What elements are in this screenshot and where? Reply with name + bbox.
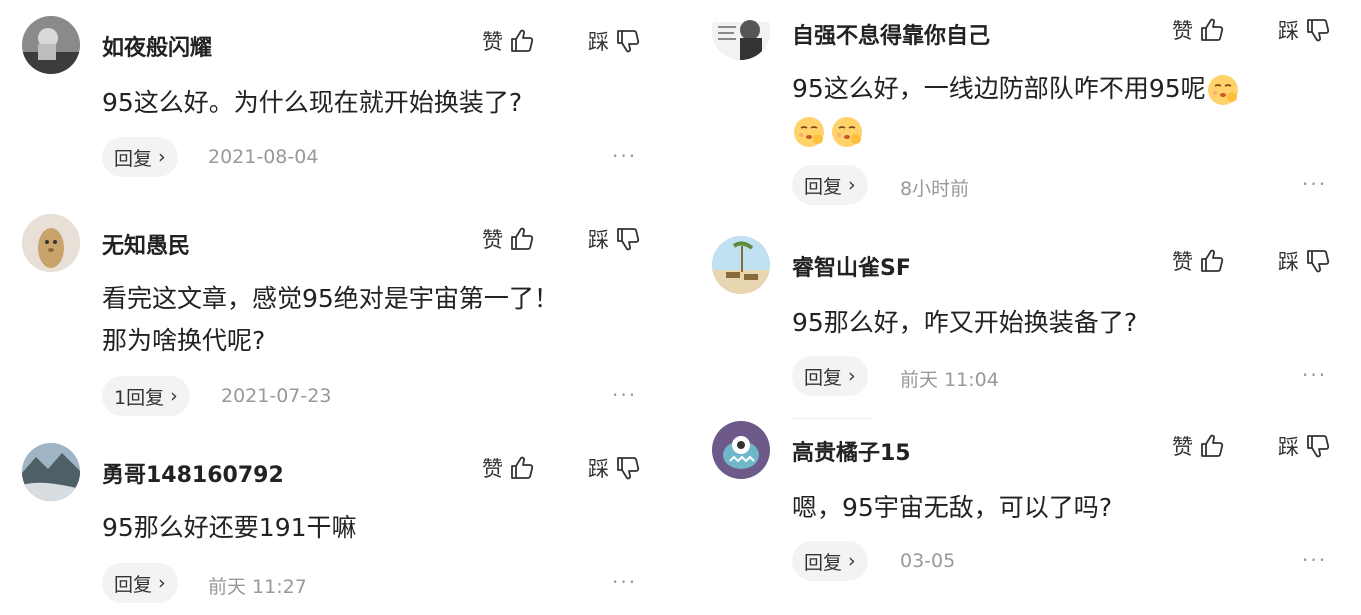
chevron-right-icon: › — [848, 365, 856, 387]
comment-time: 2021-08-04 — [208, 146, 319, 168]
shushing-face-emoji-icon — [830, 115, 864, 149]
like-button[interactable]: 赞 — [482, 453, 535, 483]
username[interactable]: 睿智山雀SF — [792, 250, 911, 282]
chevron-right-icon: › — [848, 550, 856, 572]
thumb-down-icon — [615, 28, 641, 54]
avatar[interactable] — [22, 443, 80, 501]
comment-text: 嗯，95宇宙无敌，可以了吗? — [792, 493, 1113, 522]
like-label: 赞 — [1172, 19, 1193, 43]
like-button[interactable]: 赞 — [1172, 15, 1225, 45]
comment-text-line: 看完这文章，感觉95绝对是宇宙第一了！ — [102, 284, 559, 313]
reply-label: 回复 — [114, 147, 153, 170]
like-label: 赞 — [482, 30, 503, 54]
like-button[interactable]: 赞 — [1172, 431, 1225, 461]
like-button[interactable]: 赞 — [482, 26, 535, 56]
username[interactable]: 勇哥148160792 — [102, 457, 284, 489]
thumb-down-icon — [615, 226, 641, 252]
avatar[interactable] — [712, 236, 770, 294]
dislike-label: 踩 — [588, 228, 609, 252]
thumb-up-icon — [509, 226, 535, 252]
thumb-down-icon — [1305, 433, 1331, 459]
comment-text: 95那么好，咋又开始换装备了? — [792, 308, 1138, 337]
username[interactable]: 如夜般闪耀 — [102, 30, 212, 62]
like-button[interactable]: 赞 — [482, 224, 535, 254]
dislike-button[interactable]: 踩 — [1278, 15, 1331, 45]
thumb-up-icon — [1199, 433, 1225, 459]
like-label: 赞 — [482, 228, 503, 252]
comment-time: 8小时前 — [900, 178, 970, 200]
thumb-up-icon — [1199, 248, 1225, 274]
shushing-face-emoji-icon — [1206, 73, 1240, 107]
reply-label: 回复 — [804, 551, 843, 574]
chevron-right-icon: › — [170, 385, 178, 407]
reply-button[interactable]: 回复 › — [102, 563, 178, 603]
reply-label: 回复 — [804, 366, 843, 389]
reply-button[interactable]: 回复 › — [792, 356, 868, 396]
thumb-down-icon — [615, 455, 641, 481]
reply-button[interactable]: 回复 › — [792, 165, 868, 205]
like-button[interactable]: 赞 — [1172, 246, 1225, 276]
comment-time: 2021-07-23 — [221, 385, 332, 407]
username[interactable]: 高贵橘子15 — [792, 435, 911, 467]
dislike-label: 踩 — [1278, 435, 1299, 459]
thumb-down-icon — [1305, 17, 1331, 43]
reply-label: 回复 — [114, 573, 153, 596]
avatar[interactable] — [22, 214, 80, 272]
dislike-button[interactable]: 踩 — [1278, 431, 1331, 461]
like-label: 赞 — [482, 457, 503, 481]
comment-text: 95这么好。为什么现在就开始换装了? — [102, 88, 523, 117]
reply-button[interactable]: 回复 › — [102, 137, 178, 177]
reply-button[interactable]: 回复 › — [792, 541, 868, 581]
comment-text-body: 95这么好，一线边防部队咋不用95呢 — [792, 74, 1206, 103]
dislike-label: 踩 — [1278, 250, 1299, 274]
dislike-button[interactable]: 踩 — [588, 224, 641, 254]
dislike-button[interactable]: 踩 — [588, 26, 641, 56]
more-options-icon[interactable]: ··· — [1302, 172, 1327, 196]
chevron-right-icon: › — [158, 572, 166, 594]
dislike-label: 踩 — [1278, 19, 1299, 43]
comment-text-line: 那为啥换代呢? — [102, 326, 266, 355]
comment-time: 前天 11:27 — [208, 576, 307, 598]
like-label: 赞 — [1172, 435, 1193, 459]
dislike-button[interactable]: 踩 — [588, 453, 641, 483]
username[interactable]: 无知愚民 — [102, 228, 190, 260]
more-options-icon[interactable]: ··· — [1302, 363, 1327, 387]
comment-text: 95那么好还要191干嘛 — [102, 513, 357, 542]
chevron-right-icon: › — [158, 146, 166, 168]
comment-time: 前天 11:04 — [900, 369, 999, 391]
dislike-label: 踩 — [588, 30, 609, 54]
thumb-up-icon — [509, 28, 535, 54]
reply-label: 回复 — [804, 175, 843, 198]
more-options-icon[interactable]: ··· — [612, 570, 637, 594]
dislike-label: 踩 — [588, 457, 609, 481]
thumb-up-icon — [509, 455, 535, 481]
divider — [792, 418, 872, 419]
thumb-down-icon — [1305, 248, 1331, 274]
more-options-icon[interactable]: ··· — [1302, 548, 1327, 572]
shushing-face-emoji-icon — [792, 115, 826, 149]
thumb-up-icon — [1199, 17, 1225, 43]
username[interactable]: 自强不息得靠你自己 — [792, 18, 990, 50]
reply-label: 1回复 — [114, 386, 165, 409]
avatar[interactable] — [712, 421, 770, 479]
comment-time: 03-05 — [900, 550, 956, 572]
comment-text: 看完这文章，感觉95绝对是宇宙第一了！ 那为啥换代呢? — [102, 278, 642, 362]
like-label: 赞 — [1172, 250, 1193, 274]
reply-button[interactable]: 1回复 › — [102, 376, 190, 416]
more-options-icon[interactable]: ··· — [612, 383, 637, 407]
avatar[interactable] — [712, 2, 770, 60]
comment-text: 95这么好，一线边防部队咋不用95呢 — [792, 68, 1352, 152]
dislike-button[interactable]: 踩 — [1278, 246, 1331, 276]
avatar[interactable] — [22, 16, 80, 74]
chevron-right-icon: › — [848, 174, 856, 196]
more-options-icon[interactable]: ··· — [612, 144, 637, 168]
